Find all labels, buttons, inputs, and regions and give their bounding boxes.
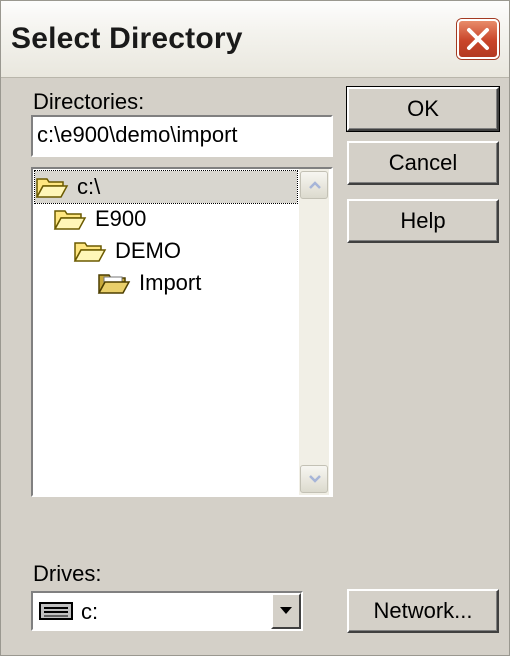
network-button[interactable]: Network... bbox=[347, 589, 499, 633]
scroll-down-button[interactable] bbox=[300, 465, 328, 493]
chevron-down-icon bbox=[309, 475, 321, 483]
directory-item-label: Import bbox=[139, 270, 202, 295]
directory-path-input[interactable]: c:\e900\demo\import bbox=[31, 115, 333, 157]
directory-list-scrollbar[interactable] bbox=[299, 169, 329, 495]
open-folder-icon bbox=[53, 210, 87, 230]
dialog-title: Select Directory bbox=[11, 22, 243, 55]
directory-item-label: c:\ bbox=[77, 174, 101, 199]
drives-dropdown-button[interactable] bbox=[271, 593, 301, 629]
directory-item-label: E900 bbox=[95, 206, 147, 231]
directory-item-root[interactable]: c:\ bbox=[34, 170, 298, 204]
open-folder-filled-icon bbox=[97, 274, 131, 294]
directory-item-demo[interactable]: DEMO bbox=[73, 235, 273, 267]
help-button[interactable]: Help bbox=[347, 199, 499, 243]
drives-select[interactable]: c: bbox=[31, 591, 303, 631]
drives-label: Drives: bbox=[33, 561, 102, 586]
chevron-up-icon bbox=[309, 181, 321, 189]
dropdown-arrow-icon bbox=[280, 607, 292, 614]
directories-label: Directories: bbox=[33, 89, 145, 114]
directory-item-e900[interactable]: E900 bbox=[53, 203, 253, 235]
title-bar[interactable]: Select Directory bbox=[1, 1, 509, 78]
open-folder-icon bbox=[73, 242, 107, 262]
cancel-button[interactable]: Cancel bbox=[347, 141, 499, 185]
select-directory-dialog: Select Directory Directories: c:\e900\de… bbox=[0, 0, 510, 656]
directory-list[interactable]: c:\ E900 DEMO Import bbox=[31, 167, 333, 497]
drive-icon bbox=[39, 602, 73, 620]
directory-item-label: DEMO bbox=[115, 238, 181, 263]
close-icon bbox=[467, 28, 489, 50]
open-folder-icon bbox=[35, 178, 69, 198]
ok-button[interactable]: OK bbox=[346, 86, 500, 132]
close-button[interactable] bbox=[457, 19, 499, 59]
drive-value: c: bbox=[81, 599, 99, 624]
scroll-up-button[interactable] bbox=[300, 171, 328, 199]
directory-item-import[interactable]: Import bbox=[97, 267, 277, 299]
